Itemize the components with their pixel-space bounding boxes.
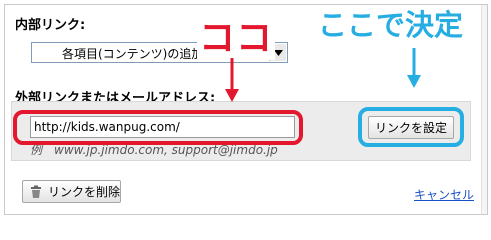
highlight-set-button-box xyxy=(358,107,464,147)
cancel-link[interactable]: キャンセル xyxy=(414,186,474,203)
delete-link-button[interactable]: リンクを削除 xyxy=(22,180,121,203)
trash-icon xyxy=(30,185,41,198)
arrow-down-icon xyxy=(225,58,239,102)
annotation-red-text: ココ xyxy=(197,18,276,60)
internal-link-label: 内部リンク: xyxy=(15,18,86,33)
highlight-url-box xyxy=(13,110,303,145)
scrollbar[interactable] xyxy=(481,5,487,214)
delete-link-label: リンクを削除 xyxy=(47,185,120,199)
arrow-down-icon xyxy=(407,48,421,88)
annotation-blue-text: ここで決定 xyxy=(318,6,464,44)
